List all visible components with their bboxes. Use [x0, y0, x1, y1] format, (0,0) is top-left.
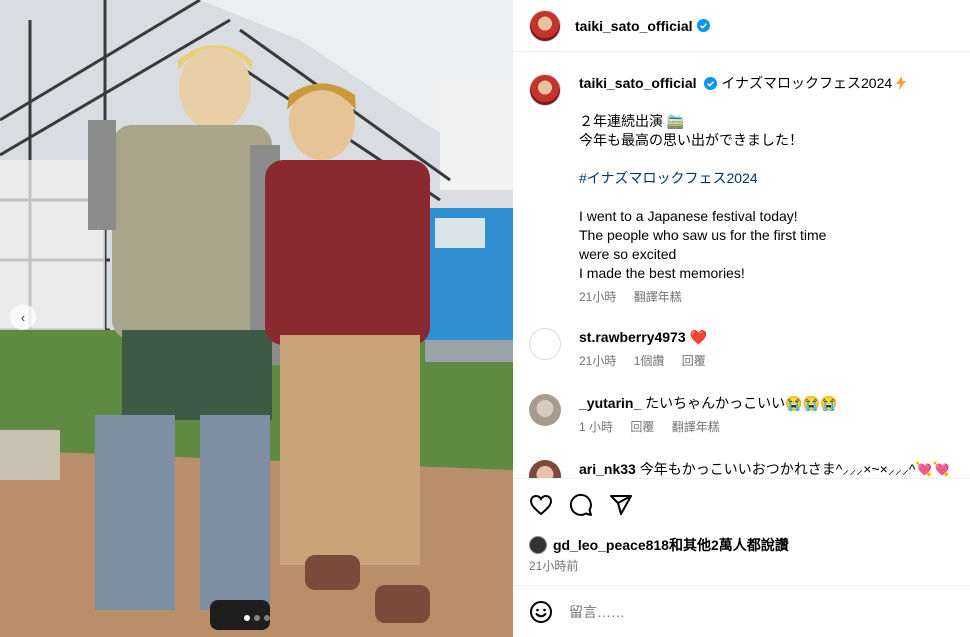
comment-translate[interactable]: 翻譯年糕	[672, 420, 720, 434]
likes-text[interactable]: gd_leo_peace818和其他2萬人都說讚	[553, 535, 789, 555]
verified-badge-icon	[704, 77, 718, 90]
comment-avatar[interactable]	[529, 460, 561, 478]
comment-time[interactable]: 21小時	[579, 354, 616, 368]
author-avatar[interactable]	[529, 9, 561, 42]
comment-body: st.rawberry4973 ❤️ 21小時 1個讚 回覆	[579, 328, 959, 371]
liker-avatar[interactable]	[529, 536, 547, 554]
comment-likes[interactable]: 1個讚	[634, 354, 665, 368]
comment-username[interactable]: st.rawberry4973	[579, 329, 686, 345]
comment-time[interactable]: 1 小時	[579, 420, 613, 434]
comment-row: ari_nk33 今年もかっこいいおつかれさま^⸝⸝⸝×~×⸝⸝⸝^💘💘	[529, 460, 959, 478]
comment-body: ari_nk33 今年もかっこいいおつかれさま^⸝⸝⸝×~×⸝⸝⸝^💘💘	[579, 460, 959, 478]
comment-meta: 1 小時 回覆 翻譯年糕	[579, 418, 959, 437]
carousel-dot-active	[243, 615, 250, 621]
comment-reply[interactable]: 回覆	[630, 420, 654, 434]
post-actions: gd_leo_peace818和其他2萬人都說讚 21小時前	[513, 478, 970, 585]
comment-reply[interactable]: 回覆	[682, 354, 706, 368]
caption-en-line: I went to a Japanese festival today!	[579, 208, 798, 224]
likes-summary[interactable]: gd_leo_peace818和其他2萬人都說讚	[529, 535, 789, 555]
caption-hashtag[interactable]: #イナズマロックフェス2024	[579, 169, 959, 188]
like-heart-icon[interactable]	[529, 493, 553, 517]
comments-list[interactable]: taiki_sato_official イナズマロックフェス2024 ２年連続出…	[513, 58, 970, 478]
author-username[interactable]: taiki_sato_official	[575, 18, 693, 34]
caption-en-line: were so excited	[579, 246, 677, 262]
verified-badge-icon	[696, 19, 710, 32]
post-photo[interactable]: ‹	[0, 0, 513, 637]
comment-row: _yutarin_ たいちゃんかっこいい😭😭😭 1 小時 回覆 翻譯年糕	[529, 394, 959, 444]
caption-meta: 21小時 翻譯年糕	[579, 288, 959, 307]
caption-line: 今年も最高の思い出ができました！	[579, 132, 803, 148]
comment-avatar[interactable]	[529, 328, 561, 360]
carousel-dot	[253, 615, 260, 621]
carousel-dot	[263, 615, 270, 621]
emoji-icon[interactable]	[529, 600, 553, 624]
caption-avatar[interactable]	[529, 74, 561, 106]
action-icons	[529, 493, 633, 517]
caption-time[interactable]: 21小時	[579, 290, 616, 304]
post-header: taiki_sato_official	[513, 0, 970, 52]
share-paper-plane-icon[interactable]	[609, 493, 633, 517]
comment-text: たいちゃんかっこいい😭😭😭	[645, 395, 838, 411]
caption-row: taiki_sato_official イナズマロックフェス2024 ２年連続出…	[529, 74, 959, 324]
comment-row: st.rawberry4973 ❤️ 21小時 1個讚 回覆	[529, 328, 959, 378]
caption-title: イナズマロックフェス2024	[721, 75, 893, 91]
caption-en-line: I made the best memories!	[579, 265, 745, 281]
comment-username[interactable]: ari_nk33	[579, 461, 636, 477]
post-side-panel: taiki_sato_official taiki_sato_official …	[513, 0, 970, 637]
photo-illustration	[0, 0, 513, 637]
comment-text: 今年もかっこいいおつかれさま^⸝⸝⸝×~×⸝⸝⸝^💘💘	[639, 461, 951, 477]
caption-translate[interactable]: 翻譯年糕	[634, 290, 682, 304]
comment-body: _yutarin_ たいちゃんかっこいい😭😭😭 1 小時 回覆 翻譯年糕	[579, 394, 959, 437]
caption-en-line: The people who saw us for the first time	[579, 227, 827, 243]
carousel-dots	[0, 615, 513, 621]
caption-line: ２年連続出演 🚞	[579, 113, 685, 129]
caption-body: taiki_sato_official イナズマロックフェス2024 ２年連続出…	[579, 74, 959, 307]
caption-username[interactable]: taiki_sato_official	[579, 75, 697, 91]
carousel-prev-button[interactable]: ‹	[10, 304, 36, 330]
comment-text: ❤️	[689, 329, 707, 345]
comment-meta: 21小時 1個讚 回覆	[579, 352, 959, 371]
lightning-icon	[896, 76, 907, 90]
comment-username[interactable]: _yutarin_	[579, 395, 641, 411]
comment-bubble-icon[interactable]	[569, 493, 593, 517]
comment-avatar[interactable]	[529, 394, 561, 426]
post-timestamp[interactable]: 21小時前	[529, 557, 578, 574]
comment-input[interactable]	[569, 603, 929, 620]
add-comment-bar	[513, 585, 970, 637]
